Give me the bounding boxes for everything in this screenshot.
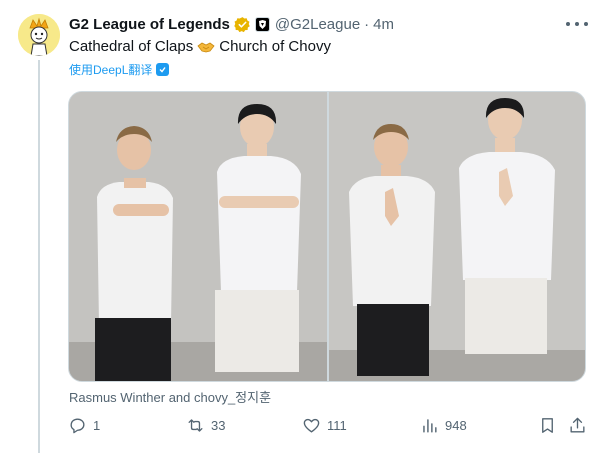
translate-label[interactable]: 使用DeepL翻译 [69, 61, 152, 78]
handshake-icon [197, 40, 215, 54]
verified-badge-icon[interactable] [234, 16, 251, 33]
reply-icon [70, 417, 85, 433]
photo-2[interactable] [329, 92, 585, 381]
like-count: 111 [327, 417, 347, 433]
like-button[interactable]: 111 [302, 414, 347, 436]
tweet-header: G2 League of Legends @G2League · 4m [69, 13, 394, 35]
deepl-icon [156, 63, 170, 76]
translate-link[interactable]: 使用DeepL翻译 [69, 61, 170, 78]
separator-dot: · [364, 15, 370, 33]
display-name[interactable]: G2 League of Legends [69, 16, 230, 33]
more-options-icon[interactable] [566, 14, 588, 34]
share-button[interactable] [568, 414, 587, 436]
bookmark-icon [542, 417, 553, 433]
g2-logo-icon[interactable] [254, 16, 270, 32]
thread-line [38, 60, 40, 453]
user-handle[interactable]: @G2League [275, 16, 360, 33]
repost-icon [188, 418, 203, 432]
action-bar: 1 33 111 948 [68, 414, 588, 436]
reply-button[interactable]: 1 [68, 414, 100, 436]
photo-1[interactable] [69, 92, 327, 381]
timestamp[interactable]: 4m [373, 16, 394, 33]
tweet-text-part-1: Cathedral of Claps [69, 38, 194, 55]
share-icon [570, 417, 585, 433]
media-grid [68, 91, 586, 382]
tweet-text: Cathedral of Claps Church of Chovy [69, 38, 331, 55]
tweet-text-part-2: Church of Chovy [219, 38, 331, 55]
repost-count: 33 [211, 417, 226, 433]
avatar[interactable] [18, 14, 60, 56]
avatar-cartoon-icon [18, 14, 60, 56]
analytics-icon [423, 418, 437, 433]
repost-button[interactable]: 33 [186, 414, 225, 436]
bookmark-button[interactable] [538, 414, 557, 436]
views-count: 948 [445, 417, 467, 433]
views-button[interactable]: 948 [420, 414, 467, 436]
media-caption[interactable]: Rasmus Winther and chovy_정지훈 [69, 387, 271, 406]
reply-count: 1 [93, 417, 101, 433]
heart-icon [303, 418, 320, 433]
